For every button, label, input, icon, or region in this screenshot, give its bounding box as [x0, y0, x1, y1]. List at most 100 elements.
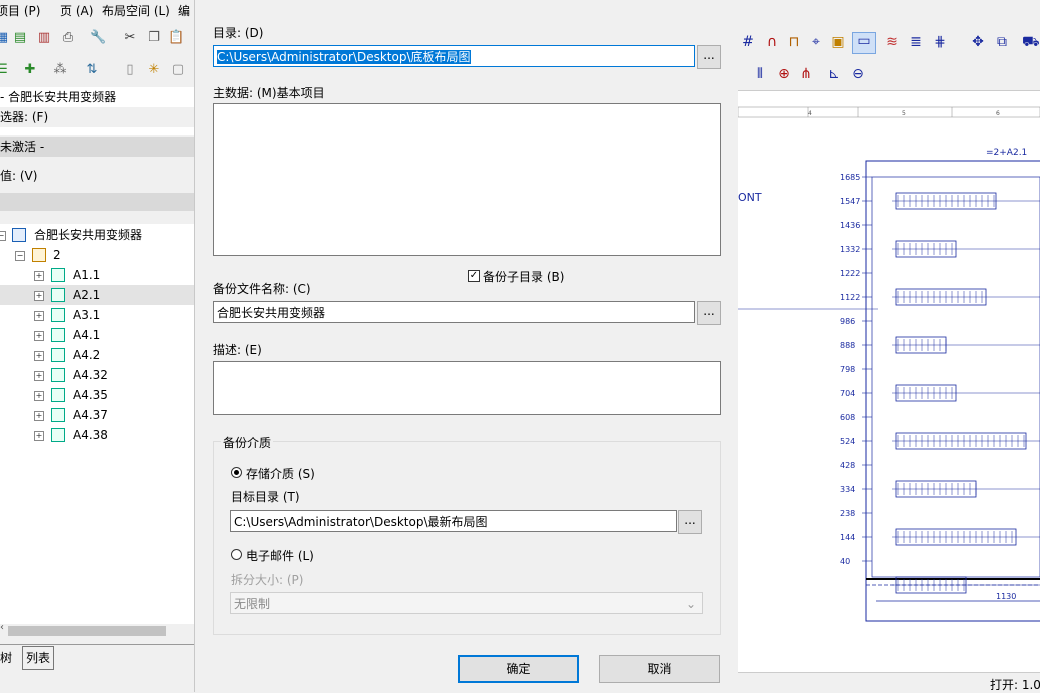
- mesh-icon[interactable]: ⋕: [932, 34, 948, 50]
- file-name-browse-button[interactable]: ...: [697, 301, 721, 325]
- target-dir-browse-button[interactable]: ...: [678, 510, 702, 534]
- expand-icon[interactable]: +: [34, 371, 44, 381]
- dimension-label: 144: [840, 533, 855, 542]
- split-size-select: 无限制 ⌄: [230, 592, 703, 614]
- collapse-icon[interactable]: −: [15, 251, 25, 261]
- placement-icon: [51, 388, 65, 402]
- expand-icon[interactable]: +: [34, 331, 44, 341]
- menu-item-edit[interactable]: 编: [178, 2, 190, 19]
- ok-button[interactable]: 确定: [458, 655, 579, 683]
- email-radio[interactable]: [231, 549, 242, 560]
- target-dir-label: 目标目录 (T): [231, 490, 300, 504]
- expand-icon[interactable]: +: [34, 271, 44, 281]
- tab-tree[interactable]: 树: [0, 646, 17, 670]
- tree-icon[interactable]: ☰: [0, 62, 10, 78]
- folder-icon[interactable]: ▦: [0, 30, 10, 46]
- page-delete-icon[interactable]: ▥: [36, 30, 52, 46]
- tree-item-label: A3.1: [73, 308, 101, 322]
- paste-icon[interactable]: 📋: [168, 30, 184, 46]
- placement-icon: [51, 288, 65, 302]
- file-name-input[interactable]: 合肥长安共用变频器: [213, 301, 695, 323]
- menu-item-project[interactable]: 项目 (P): [0, 2, 40, 19]
- collapse-icon[interactable]: −: [0, 231, 6, 241]
- tree-item-a4-2[interactable]: + A4.2: [0, 345, 194, 365]
- tree-item-a4-35[interactable]: + A4.35: [0, 385, 194, 405]
- expand-icon[interactable]: +: [34, 291, 44, 301]
- wrench-icon[interactable]: 🔧: [90, 30, 106, 46]
- desc-textarea[interactable]: [213, 361, 721, 415]
- node-icon[interactable]: ⌖: [808, 34, 824, 50]
- page-icon[interactable]: ▯: [122, 62, 138, 78]
- tree-root[interactable]: − 合肥长安共用变频器: [0, 225, 194, 245]
- print-icon[interactable]: ⎙: [60, 30, 76, 46]
- horizontal-scrollbar[interactable]: ‹: [0, 622, 194, 638]
- grid-snap-icon[interactable]: #: [740, 34, 756, 50]
- scrollbar-thumb[interactable]: [8, 626, 166, 636]
- cart-icon[interactable]: ⛟: [1022, 34, 1040, 50]
- cut-icon[interactable]: ✂: [122, 30, 138, 46]
- layout-drawing[interactable]: 4 5 6 =2+A2.1 ONT 1685 1547 1436 1332 1222 11…: [738, 91, 1040, 672]
- wave-icon[interactable]: ≋: [884, 34, 900, 50]
- backup-media-label: 备份介质: [221, 434, 274, 451]
- target-dir-input[interactable]: C:\Users\Administrator\Desktop\最新布局图: [230, 510, 677, 532]
- filter-field[interactable]: [0, 127, 194, 135]
- expand-icon[interactable]: +: [34, 351, 44, 361]
- dimension-label: 428: [840, 461, 855, 470]
- tree-item-a4-32[interactable]: + A4.32: [0, 365, 194, 385]
- tab-list[interactable]: 列表: [22, 646, 55, 670]
- cancel-button[interactable]: 取消: [599, 655, 720, 683]
- inactive-label[interactable]: 未激活 -: [0, 137, 194, 157]
- puzzle-icon[interactable]: ✚: [22, 62, 38, 78]
- new-page-icon[interactable]: ▤: [12, 30, 28, 46]
- expand-icon[interactable]: +: [34, 411, 44, 421]
- tree-item-a4-37[interactable]: + A4.37: [0, 405, 194, 425]
- arrange-icon[interactable]: ⧉: [994, 34, 1010, 50]
- value-field[interactable]: [0, 193, 194, 211]
- tree-item-a3-1[interactable]: + A3.1: [0, 305, 194, 325]
- dir-browse-button[interactable]: ...: [697, 45, 721, 69]
- placement-icon: [51, 328, 65, 342]
- snap-icon[interactable]: ⊓: [786, 34, 802, 50]
- placement-icon: [51, 268, 65, 282]
- file-name-label: 备份文件名称: (C): [213, 282, 311, 296]
- drawing-toolbar-1: # ∩ ⊓ ⌖ ▣ ▭ ≋ ≣ ⋕ ✥ ⧉ ⛟: [738, 26, 1040, 58]
- dimension-label: 238: [840, 509, 855, 518]
- expand-icon[interactable]: +: [34, 431, 44, 441]
- master-data-list[interactable]: [213, 103, 721, 256]
- angle-icon[interactable]: ⊾: [826, 66, 842, 82]
- properties-icon[interactable]: ▢: [170, 62, 186, 78]
- tree-item-label: A1.1: [73, 268, 101, 282]
- grid-icon[interactable]: ⁂: [52, 62, 68, 78]
- tree-item-a4-38[interactable]: + A4.38: [0, 425, 194, 445]
- copy-icon[interactable]: ❐: [146, 30, 162, 46]
- tree-item-a2-1[interactable]: + A2.1: [0, 285, 194, 305]
- hatch-icon[interactable]: ≣: [908, 34, 924, 50]
- menu-item-page[interactable]: 页 (A): [60, 2, 93, 19]
- split-icon[interactable]: ⋔: [798, 66, 814, 82]
- expand-icon[interactable]: +: [34, 391, 44, 401]
- scroll-left-icon[interactable]: ‹: [0, 622, 4, 633]
- vertical-lines-icon[interactable]: ⦀: [752, 66, 768, 82]
- new-item-icon[interactable]: ✳: [146, 62, 162, 78]
- cross-icon[interactable]: ⊕: [776, 66, 792, 82]
- tree-group[interactable]: − 2: [0, 245, 194, 265]
- number-icon[interactable]: ▣: [830, 34, 846, 50]
- tree-item-label: A4.32: [73, 368, 108, 382]
- tree-item-a4-1[interactable]: + A4.1: [0, 325, 194, 345]
- tree-item-a1-1[interactable]: + A1.1: [0, 265, 194, 285]
- dir-input[interactable]: C:\Users\Administrator\Desktop\底板布局图: [213, 45, 695, 67]
- tree-root-label: 合肥长安共用变频器: [34, 228, 143, 242]
- sync-icon[interactable]: ⇅: [84, 62, 100, 78]
- dimension-label: 704: [840, 389, 855, 398]
- dimension-label: 608: [840, 413, 855, 422]
- tree-item-label: A4.35: [73, 388, 108, 402]
- dimension-label: 798: [840, 365, 855, 374]
- backup-sub-checkbox[interactable]: ✓: [468, 270, 480, 282]
- expand-icon[interactable]: +: [34, 311, 44, 321]
- storage-radio[interactable]: [231, 467, 242, 478]
- move-icon[interactable]: ✥: [970, 34, 986, 50]
- target-icon[interactable]: ⊖: [850, 66, 866, 82]
- selected-tool-icon[interactable]: ▭: [852, 32, 876, 54]
- menu-item-layout[interactable]: 布局空间 (L): [102, 2, 170, 19]
- magnet-icon[interactable]: ∩: [764, 34, 780, 50]
